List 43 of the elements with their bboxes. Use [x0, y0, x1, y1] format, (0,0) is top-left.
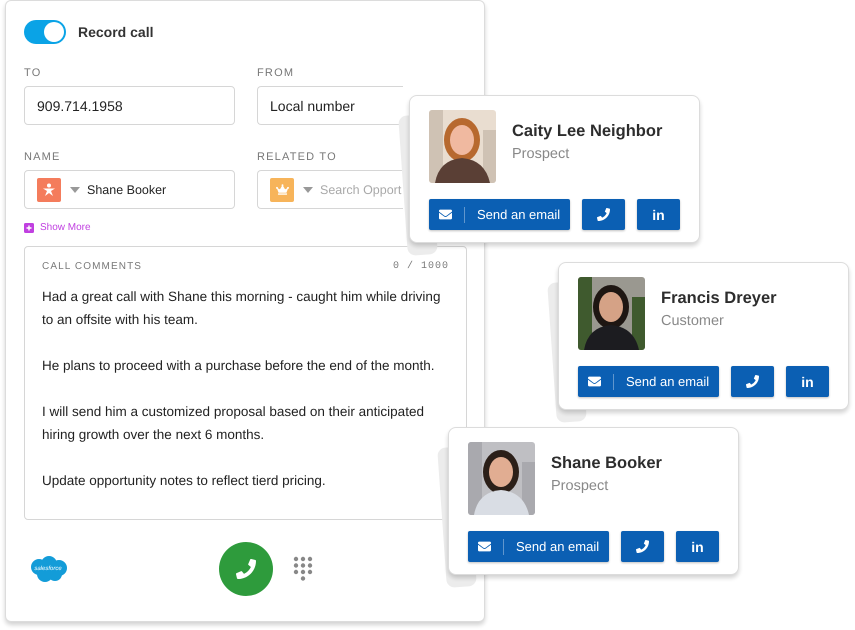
input-field[interactable]: Local number	[257, 86, 403, 125]
phone-button[interactable]	[582, 199, 625, 230]
character-counter: 0 / 1000	[392, 261, 449, 272]
linkedin-button[interactable]: in	[637, 199, 680, 230]
toggle-label: Record call	[78, 24, 154, 40]
comments-label: CALL COMMENTS	[42, 261, 142, 272]
contact-role: Customer	[661, 313, 725, 329]
send-email-button[interactable]: Send an email	[468, 531, 609, 562]
phone-icon	[597, 208, 610, 221]
keypad-icon[interactable]	[292, 556, 312, 582]
comment-paragraph: I will send him a customized proposal based on their anticipated hiring growth over the next 6 months.	[42, 403, 425, 444]
send-email-button[interactable]: Send an email	[429, 199, 570, 230]
mail-icon	[478, 540, 491, 553]
phone-icon	[746, 375, 759, 388]
linkedin-button[interactable]: in	[676, 531, 719, 562]
field-label: TO	[24, 67, 42, 79]
show-more-link[interactable]: Show More	[24, 222, 91, 233]
contact-role: Prospect	[551, 478, 610, 494]
phone-button[interactable]	[731, 366, 774, 397]
caret-icon	[70, 186, 80, 192]
phone-icon	[636, 540, 649, 553]
mail-icon	[588, 375, 601, 388]
mail-icon	[439, 208, 452, 221]
plus-icon	[24, 222, 34, 232]
comment-paragraph: He plans to proceed with a purchase before the end of the month.	[42, 357, 436, 375]
phone-button[interactable]	[621, 531, 664, 562]
linkedin-button[interactable]: in	[786, 366, 829, 397]
field-label: RELATED TO	[257, 151, 338, 163]
comment-paragraph: Update opportunity notes to reflect tierd pricing.	[42, 472, 327, 490]
contact-role: Prospect	[512, 146, 570, 162]
field-label: FROM	[257, 67, 296, 79]
contact-name: Caity Lee Neighbor	[512, 122, 662, 141]
phone-icon	[236, 558, 256, 578]
contact-name: Shane Booker	[551, 454, 662, 473]
record-toggle[interactable]	[24, 20, 66, 44]
input-field[interactable]: 909.714.1958	[24, 86, 235, 125]
comment-paragraph: Had a great call with Shane this morning - caught him while driving to an offsite with his team.	[42, 288, 442, 329]
crown-icon	[270, 178, 294, 202]
contact-name: Francis Dreyer	[661, 289, 777, 308]
input-field[interactable]: Shane Booker	[24, 170, 235, 209]
send-email-button[interactable]: Send an email	[578, 366, 719, 397]
field-label: NAME	[24, 151, 62, 163]
caret-icon	[303, 186, 313, 192]
